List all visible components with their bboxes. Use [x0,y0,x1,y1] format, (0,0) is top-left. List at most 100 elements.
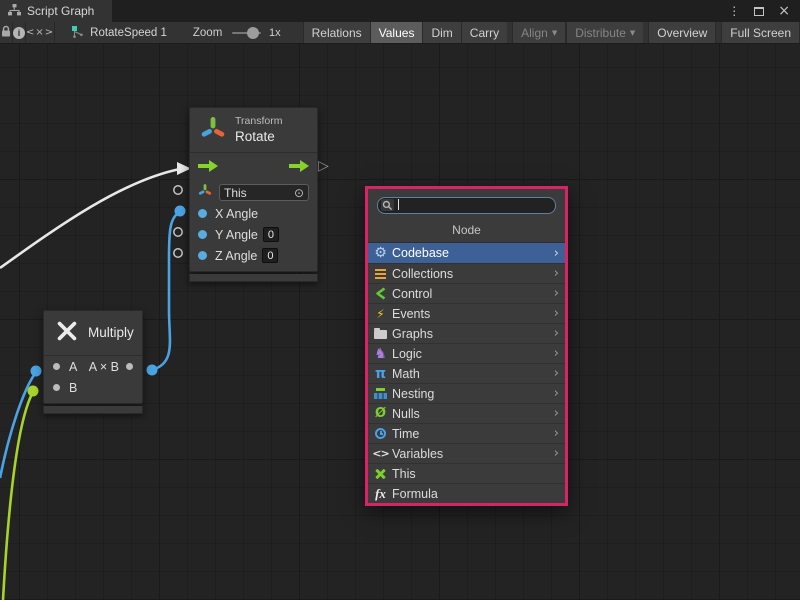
info-button[interactable]: i [13,22,26,43]
finder-item-variables[interactable]: <> Variables › [368,443,565,463]
breadcrumb-label: RotateSpeed 1 [90,27,167,39]
port-x-angle[interactable] [198,209,207,218]
node-header[interactable]: Transform Rotate [190,108,317,153]
finder-item-nesting[interactable]: Nesting › [368,383,565,403]
finder-item-collections[interactable]: Collections › [368,263,565,283]
flow-wire [0,169,180,268]
chevron-right-icon: › [554,367,559,380]
port-z-angle[interactable] [198,251,207,260]
button-label: Align [521,26,548,40]
input-a-wire [0,372,36,478]
chevron-right-icon: › [554,387,559,400]
code-view-icon: <×> [26,27,54,38]
wire-end-dot [175,206,186,217]
toolbar-button-distribute[interactable]: Distribute ▼ [566,22,643,43]
port-label: A [69,360,77,374]
port-label: B [69,381,77,395]
caret-down-icon: ▼ [552,29,557,37]
z-angle-value-field[interactable]: 0 [262,248,278,263]
port-row-b: B [44,377,142,398]
port-label: Y Angle [215,228,258,242]
knight-icon: ♞ [372,346,389,362]
node-multiply[interactable]: Multiply A A × B B [43,310,143,414]
button-label: Full Screen [730,26,791,40]
toolbar-button-overview[interactable]: Overview [648,22,716,43]
finder-item-events[interactable]: ⚡ Events › [368,303,565,323]
tab-script-graph[interactable]: Script Graph [0,0,112,22]
port-row-z-angle: Z Angle 0 [190,245,317,266]
chevron-right-icon: › [554,267,559,280]
toolbar-button-carry[interactable]: Carry [461,22,507,43]
unconnected-port-zangle[interactable] [174,249,182,257]
text-caret [398,199,399,210]
zoom-slider[interactable] [232,32,261,34]
zoom-slider-handle[interactable] [247,27,259,39]
wire-end-dot [147,365,158,376]
lock-icon [0,25,12,41]
close-icon[interactable]: × [778,4,790,18]
maximize-icon[interactable] [754,7,764,16]
input-b-wire [3,392,33,600]
node-title: Multiply [88,325,134,341]
object-picker-icon[interactable]: ⊙ [294,186,304,200]
gear-icon: ⚙ [372,245,389,261]
port-a[interactable] [53,363,60,370]
finder-item-nulls[interactable]: Ø Nulls › [368,403,565,423]
node-header[interactable]: Multiply [44,311,142,356]
window-controls: ⋮ × [728,0,800,22]
wire-end-dot [28,386,39,397]
port-label: X Angle [215,207,258,221]
unconnected-port-this[interactable] [174,186,182,194]
flow-port-row [190,153,317,182]
this-object-field[interactable]: This ⊙ [219,184,309,201]
window-tab-bar: Script Graph ⋮ × [0,0,800,22]
node-transform-rotate[interactable]: Transform Rotate This ⊙ [189,107,318,282]
finder-item-logic[interactable]: ♞ Logic › [368,343,565,363]
tab-label: Script Graph [27,4,94,18]
toolbar-button-align[interactable]: Align ▼ [512,22,566,43]
toolbar-buttons: Relations Values Dim Carry Align ▼ Distr… [303,22,800,43]
finder-item-graphs[interactable]: Graphs › [368,323,565,343]
port-row-y-angle: Y Angle 0 [190,224,317,245]
search-input[interactable] [377,197,556,214]
chevron-right-icon: › [554,307,559,320]
toolbar-button-dim[interactable]: Dim [422,22,460,43]
lightning-icon: ⚡ [372,306,389,322]
chevron-right-icon: › [554,287,559,300]
zoom-value: 1x [269,27,281,39]
graph-canvas[interactable]: ▷ Transform Rotate [0,44,800,600]
lock-button[interactable] [0,22,13,43]
toolbar-button-values[interactable]: Values [370,22,423,43]
null-icon: Ø [372,406,389,422]
stack-icon [372,386,389,402]
kebab-menu-icon[interactable]: ⋮ [728,4,740,18]
node-title: Rotate [235,129,282,145]
port-y-angle[interactable] [198,230,207,239]
finder-list: ⚙ Codebase › Collections › Control › ⚡ E… [368,243,565,503]
breadcrumb[interactable]: RotateSpeed 1 [71,22,167,43]
finder-item-formula[interactable]: fx Formula [368,483,565,503]
finder-item-math[interactable]: π Math › [368,363,565,383]
port-result[interactable] [126,363,133,370]
flow-output-arrow-icon[interactable] [289,159,309,177]
list-icon [372,266,389,282]
toolbar-button-fullscreen[interactable]: Full Screen [721,22,800,43]
transform-icon [200,115,226,146]
finder-item-control[interactable]: Control › [368,283,565,303]
unconnected-port-yangle[interactable] [174,228,182,236]
chevron-right-icon: › [554,427,559,440]
formula-icon: fx [372,486,389,502]
code-view-button[interactable]: <×> [26,22,55,43]
chevron-right-icon: › [554,447,559,460]
toolbar-button-relations[interactable]: Relations [303,22,370,43]
port-b[interactable] [53,384,60,391]
node-footer [189,274,318,282]
button-label: Relations [312,26,362,40]
finder-item-codebase[interactable]: ⚙ Codebase › [368,243,565,263]
y-angle-value-field[interactable]: 0 [263,227,279,242]
flow-input-arrow-icon[interactable] [198,159,218,177]
finder-item-this[interactable]: This [368,463,565,483]
flow-output-port-icon[interactable]: ▷ [318,158,329,174]
finder-item-time[interactable]: Time › [368,423,565,443]
this-port-row: This ⊙ [190,182,317,203]
